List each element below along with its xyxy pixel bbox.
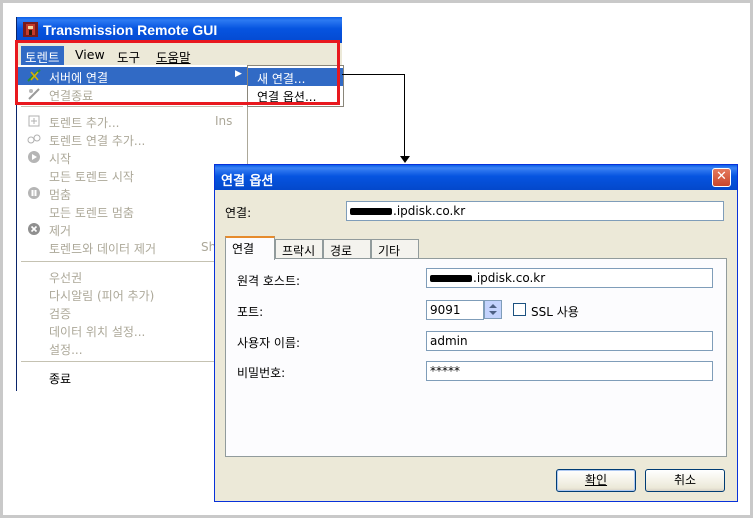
password-label: 비밀번호: (237, 366, 286, 380)
close-icon[interactable]: ✕ (712, 168, 731, 187)
username-label: 사용자 이름: (237, 336, 301, 350)
menu-item-start-all[interactable]: 모든 토렌트 시작 (17, 166, 247, 184)
password-input[interactable]: ***** (426, 361, 713, 381)
annotation-connector-line (404, 74, 405, 158)
menu-item-reannounce[interactable]: 다시알림 (피어 추가) (17, 285, 247, 303)
ssl-checkbox[interactable] (513, 303, 526, 316)
menu-item-exit[interactable]: 종료 (17, 368, 247, 386)
remote-host-input[interactable]: .ipdisk.co.kr (426, 268, 713, 288)
menu-separator (21, 361, 243, 362)
menu-item-add-torrent-link[interactable]: 토렌트 연결 추가... (17, 130, 247, 148)
menu-item-pause-all[interactable]: 모든 토렌트 멈춤 (17, 202, 247, 220)
connection-options-dialog: 연결 옵션 ✕ 연결: .ipdisk.co.kr 연결 프락시 경로 기타 원… (214, 164, 738, 502)
username-input[interactable]: admin (426, 331, 713, 351)
add-link-icon (27, 134, 41, 144)
redaction-mark (430, 275, 472, 282)
transmission-app-icon (23, 22, 38, 37)
tab-connection[interactable]: 연결 (225, 236, 275, 260)
annotation-arrow-icon (400, 156, 410, 163)
menu-item-settings[interactable]: 설정... (17, 339, 247, 357)
annotation-connector-line (342, 74, 404, 75)
menu-item-set-data-location[interactable]: 데이터 위치 설정... (17, 321, 247, 339)
connection-label: 연결: (225, 206, 252, 220)
tab-proxy[interactable]: 프락시 (275, 239, 323, 258)
port-label: 포트: (237, 305, 264, 319)
menu-item-remove[interactable]: 제거 (17, 220, 247, 238)
annotation-highlight-box (15, 40, 340, 105)
menu-item-pause[interactable]: 멈춤 (17, 184, 247, 202)
port-input[interactable]: 9091 (426, 300, 484, 320)
connection-select[interactable]: .ipdisk.co.kr (346, 201, 724, 221)
redaction-mark (350, 208, 392, 215)
app-title: Transmission Remote GUI (43, 22, 218, 38)
cancel-button[interactable]: 취소 (645, 469, 725, 492)
ok-button[interactable]: 확인 (556, 469, 636, 492)
menu-item-remove-with-data[interactable]: 토렌트와 데이터 제거 Shift+ (17, 238, 247, 256)
menu-item-add-torrent[interactable]: 토렌트 추가... Ins (17, 112, 247, 130)
dialog-title: 연결 옵션 (221, 174, 274, 189)
remove-icon (28, 223, 40, 235)
add-torrent-icon (28, 115, 40, 127)
dialog-title-bar[interactable]: 연결 옵션 ✕ (215, 165, 737, 190)
tab-paths[interactable]: 경로 (323, 239, 371, 258)
menu-item-start[interactable]: 시작 (17, 148, 247, 166)
menu-item-verify[interactable]: 검증 (17, 303, 247, 321)
remote-host-label: 원격 호스트: (237, 274, 301, 288)
play-icon (28, 151, 40, 163)
ssl-label: SSL 사용 (531, 305, 579, 319)
menu-separator (21, 106, 243, 107)
menu-item-priority[interactable]: 우선권 (17, 267, 247, 285)
port-spinner-icon[interactable] (484, 300, 502, 319)
menu-separator (21, 261, 243, 262)
tab-misc[interactable]: 기타 (371, 239, 419, 258)
pause-icon (28, 187, 40, 199)
